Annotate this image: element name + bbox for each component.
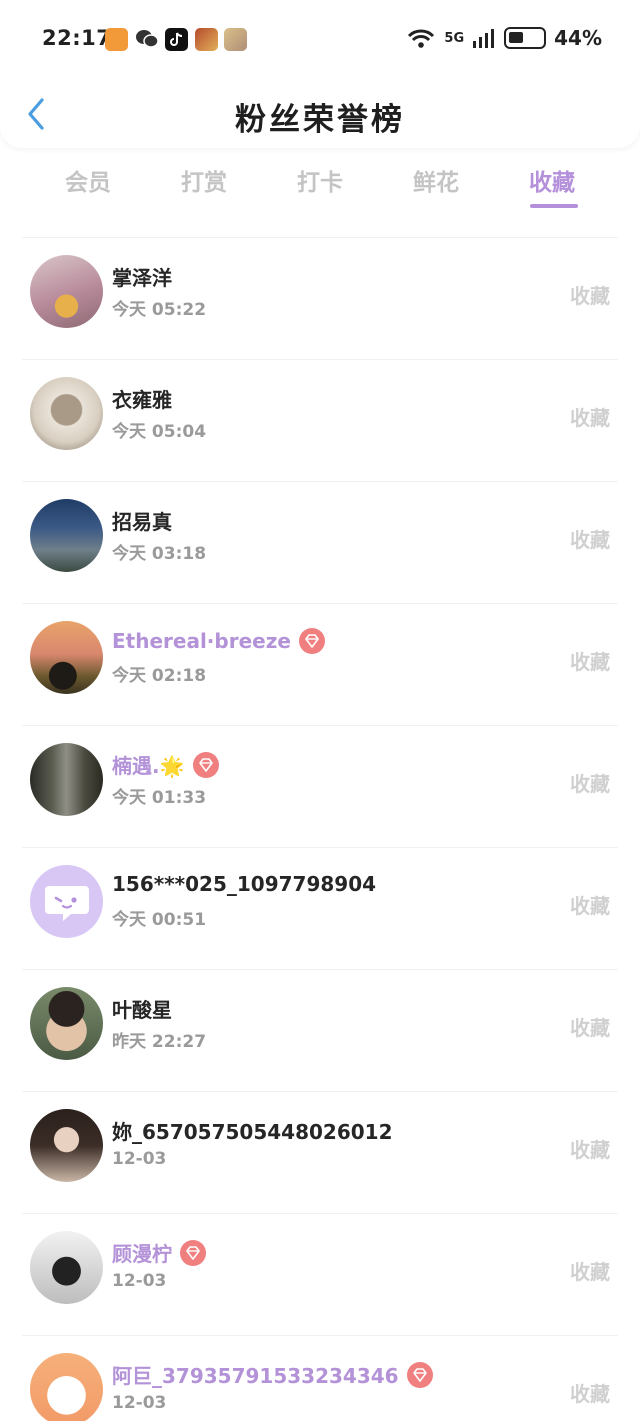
timestamp: 12-03 <box>112 1393 167 1413</box>
avatar[interactable] <box>30 621 103 694</box>
timestamp: 今天 05:04 <box>112 422 207 442</box>
network-type: 5G <box>444 30 465 46</box>
tab-favorites[interactable]: 收藏 <box>494 160 610 216</box>
list-item[interactable]: 妳_657057505448026012 12-03 收藏 <box>0 1092 640 1213</box>
list-item[interactable]: 衣雍雅 今天 05:04 收藏 <box>0 360 640 481</box>
user-name: 156***025_1097798904 <box>112 872 377 896</box>
tiktok-notification-icon <box>165 28 188 51</box>
action-label: 收藏 <box>570 1382 610 1406</box>
timestamp: 今天 01:33 <box>112 788 207 808</box>
list-item[interactable]: 招易真 今天 03:18 收藏 <box>0 482 640 603</box>
action-label: 收藏 <box>570 894 610 918</box>
status-time: 22:17 <box>42 26 112 50</box>
taobao-notification-icon <box>105 28 128 51</box>
action-label: 收藏 <box>570 1016 610 1040</box>
list-item[interactable]: 阿巨_37935791533234346 12-03 收藏 <box>0 1336 640 1421</box>
avatar[interactable] <box>30 987 103 1060</box>
game-notification-icon <box>195 28 218 51</box>
tab-flowers[interactable]: 鲜花 <box>378 160 494 216</box>
wechat-notification-icon <box>135 28 159 51</box>
action-label: 收藏 <box>570 1260 610 1284</box>
timestamp: 昨天 22:27 <box>112 1032 207 1052</box>
avatar[interactable] <box>30 499 103 572</box>
list-item[interactable]: Ethereal·breeze 今天 02:18 收藏 <box>0 604 640 725</box>
nav-bar: 粉丝荣誉榜 <box>0 84 640 144</box>
chat-bubble-icon <box>44 885 89 921</box>
diamond-badge-icon <box>192 751 219 778</box>
list-item[interactable]: 叶酸星 昨天 22:27 收藏 <box>0 970 640 1091</box>
tab-checkin[interactable]: 打卡 <box>262 160 378 216</box>
user-name: 阿巨_37935791533234346 <box>112 1360 433 1389</box>
timestamp: 今天 05:22 <box>112 300 207 320</box>
avatar[interactable] <box>30 1353 103 1421</box>
user-name: 妳_657057505448026012 <box>112 1120 393 1144</box>
user-name: 招易真 <box>112 510 172 534</box>
list-item[interactable]: 顾漫柠 12-03 收藏 <box>0 1214 640 1335</box>
avatar[interactable] <box>30 865 103 938</box>
user-name: 顾漫柠 <box>112 1238 206 1267</box>
diamond-badge-icon <box>180 1239 206 1266</box>
battery-level: 44% <box>554 26 602 50</box>
status-bar: 22:17 5G 44% <box>0 22 640 58</box>
app-notification-icon <box>224 28 247 51</box>
tab-member[interactable]: 会员 <box>30 160 146 216</box>
fan-list: 掌泽洋 今天 05:22 收藏 衣雍雅 今天 05:04 收藏 招易真 今天 0… <box>0 237 640 1421</box>
page-title: 粉丝荣誉榜 <box>235 102 405 138</box>
avatar[interactable] <box>30 1231 103 1304</box>
timestamp: 今天 03:18 <box>112 544 207 564</box>
action-label: 收藏 <box>570 772 610 796</box>
action-label: 收藏 <box>570 284 610 308</box>
user-name: 楠遇.🌟 <box>112 750 219 779</box>
user-name: 衣雍雅 <box>112 388 172 412</box>
avatar[interactable] <box>30 743 103 816</box>
avatar[interactable] <box>30 255 103 328</box>
avatar[interactable] <box>30 377 103 450</box>
timestamp: 今天 00:51 <box>112 910 207 930</box>
user-name: 掌泽洋 <box>112 266 172 290</box>
wifi-icon <box>408 29 435 48</box>
header-panel: 22:17 5G 44% 粉丝荣誉榜 <box>0 0 640 148</box>
diamond-badge-icon <box>406 1361 433 1388</box>
action-label: 收藏 <box>570 1138 610 1162</box>
action-label: 收藏 <box>570 650 610 674</box>
status-indicators: 5G 44% <box>406 26 602 50</box>
tab-bar: 会员 打赏 打卡 鲜花 收藏 <box>0 160 640 216</box>
user-name: 叶酸星 <box>112 998 172 1022</box>
action-label: 收藏 <box>570 406 610 430</box>
timestamp: 12-03 <box>112 1271 167 1291</box>
timestamp: 今天 02:18 <box>112 666 207 686</box>
diamond-badge-icon <box>298 628 325 654</box>
signal-icon <box>473 29 495 48</box>
timestamp: 12-03 <box>112 1149 167 1169</box>
list-item[interactable]: 掌泽洋 今天 05:22 收藏 <box>0 238 640 359</box>
user-name: Ethereal·breeze <box>112 628 325 654</box>
list-item[interactable]: 楠遇.🌟 今天 01:33 收藏 <box>0 726 640 847</box>
tab-reward[interactable]: 打赏 <box>146 160 262 216</box>
battery-icon <box>504 27 547 49</box>
avatar[interactable] <box>30 1109 103 1182</box>
list-item[interactable]: 156***025_1097798904 今天 00:51 收藏 <box>0 848 640 969</box>
action-label: 收藏 <box>570 528 610 552</box>
